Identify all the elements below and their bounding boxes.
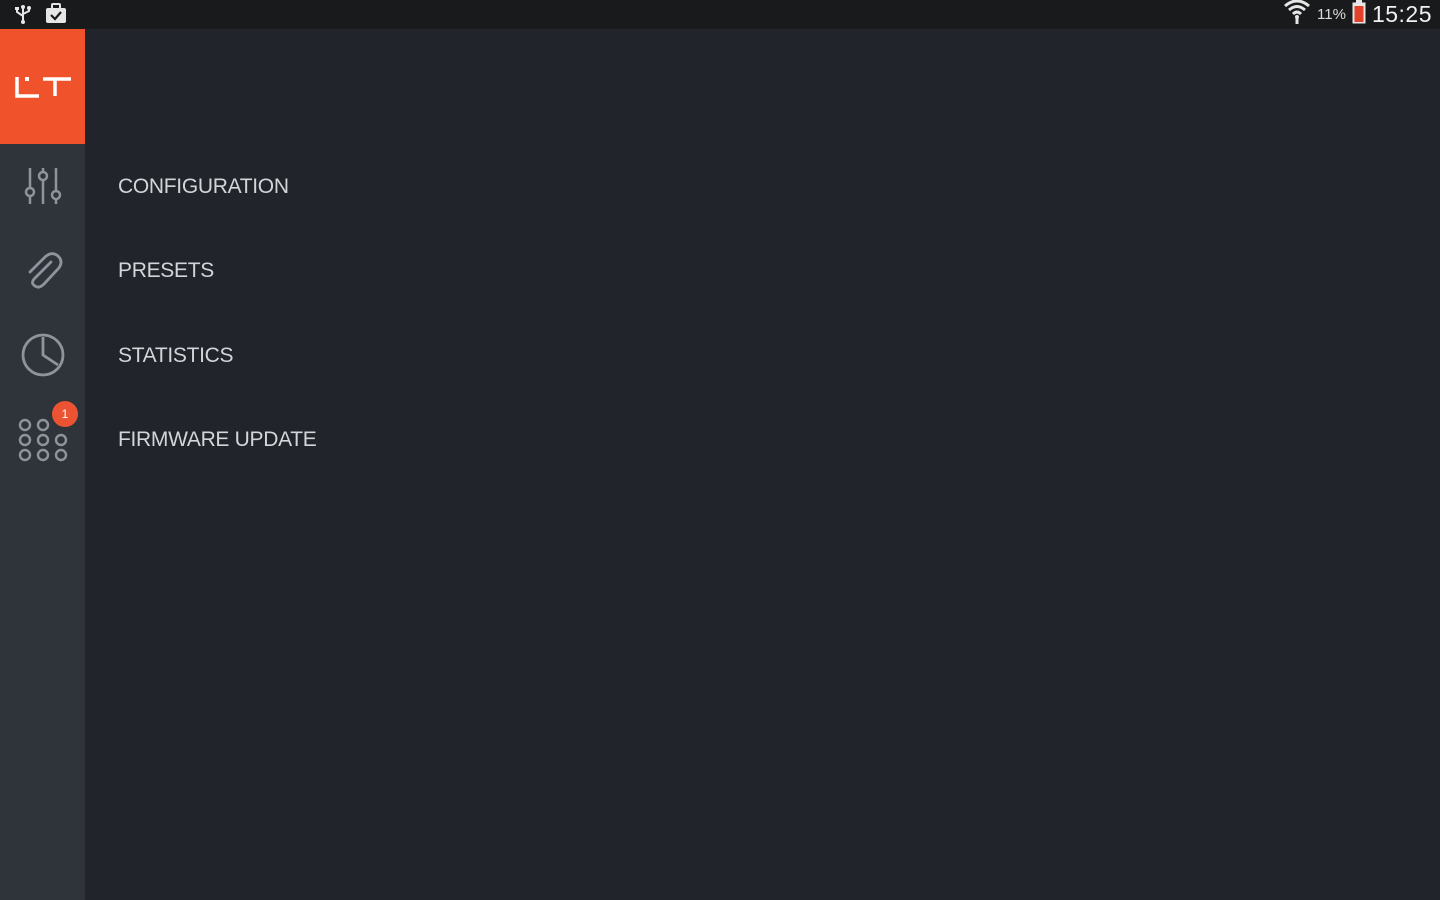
sidebar-rail: 1 xyxy=(0,29,85,900)
notification-badge: 1 xyxy=(52,401,78,427)
menu-item-presets[interactable]: PRESETS xyxy=(118,251,214,291)
wifi-icon xyxy=(1283,0,1311,30)
status-bar-right: 11% 15:25 xyxy=(1283,0,1432,29)
usb-icon xyxy=(12,3,34,30)
sidebar-item-statistics[interactable] xyxy=(0,313,85,397)
sidebar-item-presets[interactable] xyxy=(0,228,85,312)
battery-icon xyxy=(1352,0,1366,29)
paperclip-icon xyxy=(28,252,62,289)
status-bar: 11% 15:25 xyxy=(0,0,1440,29)
sidebar-item-configuration[interactable] xyxy=(0,144,85,228)
app-logo[interactable] xyxy=(0,29,85,144)
lt-logo-icon xyxy=(14,76,71,98)
menu-item-firmware-update[interactable]: FIRMWARE UPDATE xyxy=(118,420,317,460)
pie-chart-icon xyxy=(21,333,64,377)
battery-percent: 11% xyxy=(1317,6,1346,23)
sidebar-item-firmware-update[interactable]: 1 xyxy=(0,397,85,481)
briefcase-icon xyxy=(44,3,68,30)
status-bar-left xyxy=(12,3,68,30)
sliders-icon xyxy=(24,168,61,204)
menu-item-statistics[interactable]: STATISTICS xyxy=(118,336,234,376)
clock: 15:25 xyxy=(1371,1,1432,27)
menu-item-configuration[interactable]: CONFIGURATION xyxy=(118,167,289,207)
